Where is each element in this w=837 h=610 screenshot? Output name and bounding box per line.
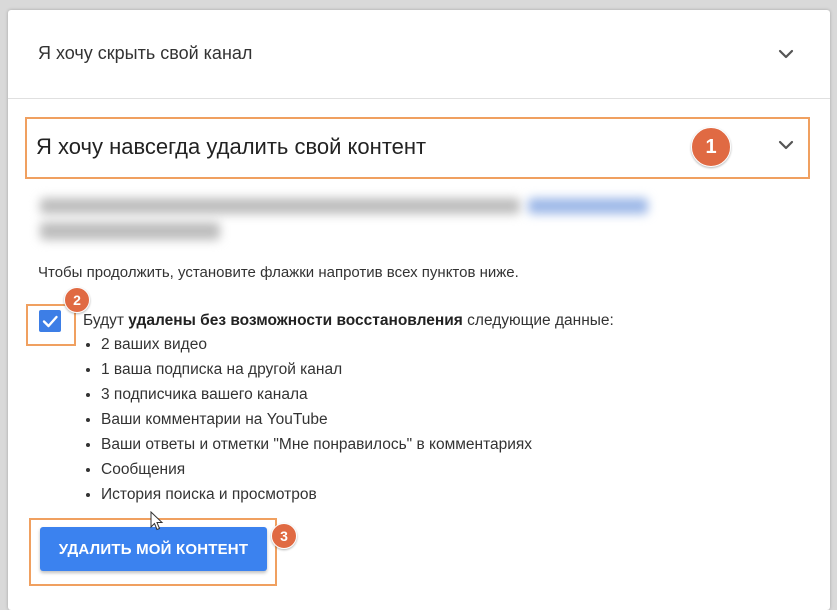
- blurred-link: [528, 198, 648, 214]
- blurred-text-line: [40, 222, 220, 240]
- list-item: Ваши ответы и отметки "Мне понравилось" …: [101, 432, 532, 457]
- intro-suffix: следующие данные:: [462, 312, 614, 329]
- list-item: Ваши комментарии на YouTube: [101, 407, 532, 432]
- list-item: 2 ваших видео: [101, 332, 532, 357]
- mouse-cursor-icon: [150, 511, 164, 531]
- list-item: 3 подписчика вашего канала: [101, 382, 532, 407]
- checkmark-icon: [42, 315, 58, 328]
- blurred-text-line: [40, 198, 520, 214]
- deletion-items-list: 2 ваших видео 1 ваша подписка на другой …: [83, 332, 532, 507]
- step-badge-1: 1: [691, 127, 731, 167]
- list-item: История поиска и просмотров: [101, 482, 532, 507]
- step-badge-3: 3: [271, 523, 297, 549]
- chevron-down-icon[interactable]: [776, 44, 796, 64]
- section-hide-channel-title: Я хочу скрыть свой канал: [38, 43, 253, 63]
- account-options-card: Я хочу скрыть свой канал Я хочу навсегда…: [8, 10, 830, 610]
- intro-prefix: Будут: [83, 312, 129, 329]
- confirm-checkbox[interactable]: [39, 310, 61, 332]
- intro-bold: удалены без возможности восстановления: [128, 312, 463, 329]
- chevron-down-icon[interactable]: [776, 135, 796, 155]
- deletion-intro: Будут удалены без возможности восстановл…: [83, 312, 614, 330]
- section-delete-content-title[interactable]: Я хочу навсегда удалить свой контент: [36, 134, 426, 160]
- list-item: Сообщения: [101, 457, 532, 482]
- delete-content-button[interactable]: УДАЛИТЬ МОЙ КОНТЕНТ: [40, 527, 267, 571]
- step-badge-2: 2: [64, 287, 90, 313]
- instruction-text: Чтобы продолжить, установите флажки напр…: [38, 264, 519, 281]
- list-item: 1 ваша подписка на другой канал: [101, 357, 532, 382]
- section-hide-channel[interactable]: Я хочу скрыть свой канал: [8, 10, 830, 99]
